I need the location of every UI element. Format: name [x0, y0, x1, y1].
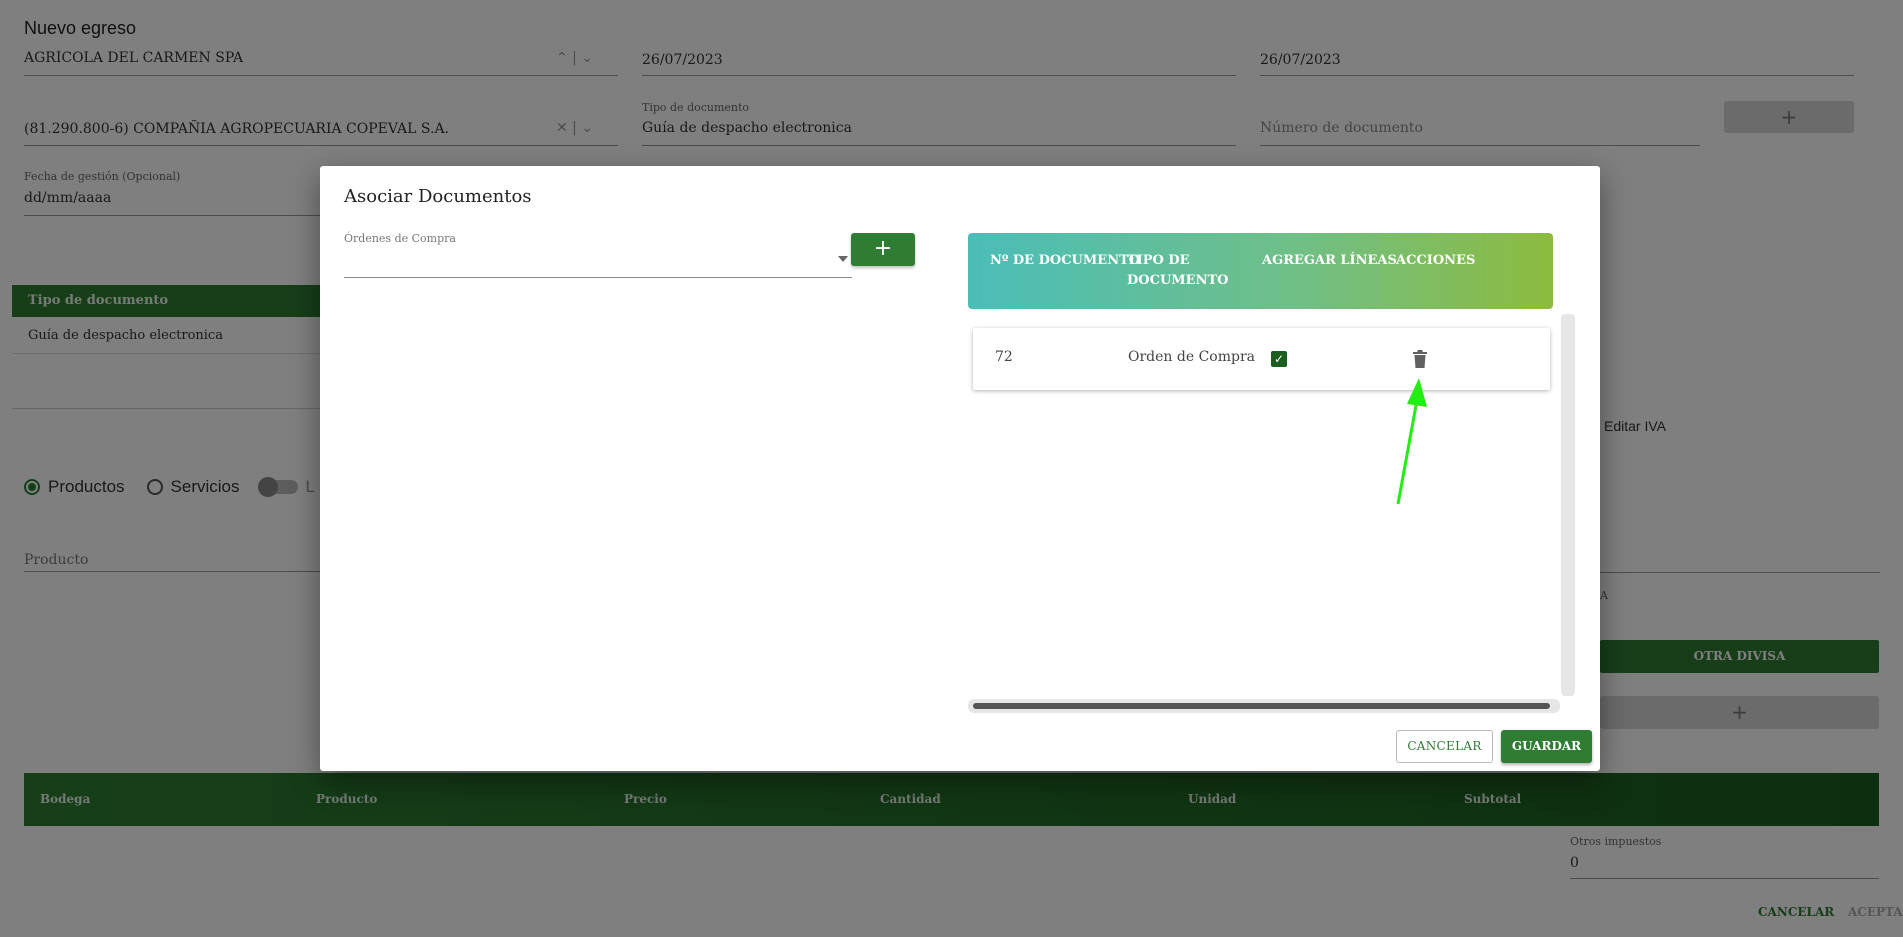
add-purchase-order-button[interactable]: + [851, 233, 915, 266]
row-doc-number: 72 [995, 349, 1013, 365]
col-add-lines: AGREGAR LÍNEAS [1262, 253, 1397, 268]
vertical-scrollbar[interactable] [1561, 314, 1575, 696]
trash-icon[interactable] [1413, 350, 1427, 368]
purchase-orders-label: Órdenes de Compra [344, 232, 456, 245]
table-row: 72 Orden de Compra ✓ [973, 328, 1550, 390]
modal-cancel-button[interactable]: CANCELAR [1396, 730, 1493, 763]
col-actions: ACCIONES [1396, 253, 1476, 268]
modal-save-button[interactable]: GUARDAR [1501, 730, 1592, 763]
plus-icon: + [873, 236, 893, 261]
col-doc-type-line1: TIPO DE [1127, 253, 1190, 268]
add-lines-checkbox[interactable]: ✓ [1271, 351, 1287, 367]
col-doc-type: TIPO DE DOCUMENTO [1127, 251, 1228, 291]
documents-table-header: Nº DE DOCUMENTO TIPO DE DOCUMENTO AGREGA… [968, 233, 1553, 309]
col-doc-type-line2: DOCUMENTO [1127, 273, 1229, 288]
check-icon: ✓ [1273, 352, 1285, 366]
caret-down-icon[interactable] [838, 256, 848, 262]
horizontal-scrollbar-thumb[interactable] [973, 703, 1550, 709]
modal-title: Asociar Documentos [344, 186, 532, 207]
purchase-orders-select[interactable] [344, 246, 852, 278]
arrow-icon [1396, 378, 1427, 505]
col-doc-number: Nº DE DOCUMENTO [990, 253, 1141, 268]
horizontal-scrollbar[interactable] [968, 699, 1560, 713]
row-doc-type: Orden de Compra [1128, 349, 1255, 365]
